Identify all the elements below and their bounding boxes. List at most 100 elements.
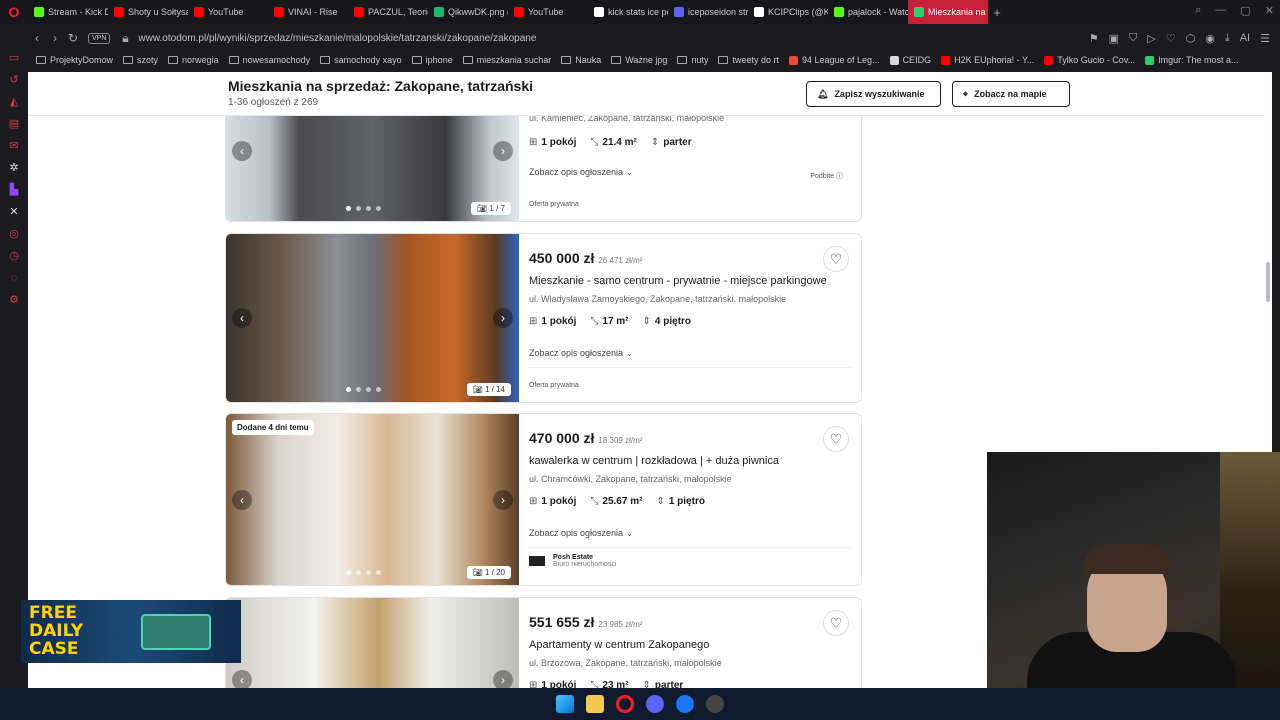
- listing-title[interactable]: Mieszkanie - samo centrum - prywatnie - …: [529, 275, 827, 287]
- opera-logo-icon[interactable]: O: [0, 0, 28, 24]
- favorite-heart-icon[interactable]: ♡: [823, 246, 849, 272]
- browser-tab[interactable]: Stream - Kick De: [28, 0, 108, 24]
- promoted-label[interactable]: Podbite ⓘ: [810, 171, 843, 181]
- browser-tab[interactable]: kick stats ice po: [588, 0, 668, 24]
- aria-icon[interactable]: ◭: [8, 96, 20, 108]
- history-icon[interactable]: ↺: [8, 74, 20, 86]
- menu-icon[interactable]: ☰: [1260, 32, 1270, 45]
- show-description-link[interactable]: Zobacz opis ogłoszenia ⌄: [529, 348, 633, 359]
- twitch-icon[interactable]: ▙: [8, 184, 20, 196]
- new-tab-button[interactable]: +: [988, 5, 1006, 20]
- snapshot-icon[interactable]: ▣: [1109, 32, 1119, 45]
- next-photo-icon[interactable]: ›: [493, 670, 513, 688]
- heart-icon[interactable]: ♡: [1166, 32, 1176, 45]
- windows-start-icon[interactable]: [556, 695, 574, 713]
- reload-icon[interactable]: ↻: [64, 31, 82, 45]
- browser-tab[interactable]: Shoty u Sołtysa: [108, 0, 188, 24]
- messenger-icon[interactable]: ▤: [8, 118, 20, 130]
- bookmark-item[interactable]: Ważne jpg: [611, 55, 667, 65]
- download-icon[interactable]: ⤓: [1225, 32, 1230, 45]
- bookmark-item[interactable]: CEIDG: [889, 55, 931, 65]
- bed-icon: ⊞: [529, 137, 538, 148]
- mail-icon[interactable]: ✉: [8, 140, 20, 152]
- prev-photo-icon[interactable]: ‹: [232, 308, 252, 328]
- bookmark-item[interactable]: iphone: [411, 55, 453, 65]
- listing-title[interactable]: Apartamenty w centrum Zakopanego: [529, 639, 709, 651]
- bookmark-item[interactable]: H2K EUphoria! - Y...: [941, 55, 1034, 65]
- save-search-button[interactable]: 🔔︎ Zapisz wyszukiwanie: [806, 81, 941, 107]
- x-icon[interactable]: ✕: [8, 206, 20, 218]
- show-description-link[interactable]: Zobacz opis ogłoszenia ⌄: [529, 528, 633, 539]
- next-photo-icon[interactable]: ›: [493, 308, 513, 328]
- favorite-heart-icon[interactable]: ♡: [823, 426, 849, 452]
- listing-photo[interactable]: Dodane 4 dni temu ‹ › 📷︎ 1 / 20: [226, 414, 519, 585]
- bookmark-item[interactable]: Tylko Gucio - Cov...: [1044, 55, 1135, 65]
- listing-title[interactable]: kawalerka w centrum | rozkładowa | + duż…: [529, 455, 779, 467]
- bookmark-item[interactable]: norwegia: [168, 55, 219, 65]
- browser-tab[interactable]: VINAI - Rise: [268, 0, 348, 24]
- show-description-link[interactable]: Zobacz opis ogłoszenia ⌄: [529, 167, 633, 178]
- tab-favicon-icon: [434, 7, 444, 17]
- show-map-button[interactable]: ⌖ Zobacz na mapie: [952, 81, 1070, 107]
- scrollbar-thumb[interactable]: [1266, 262, 1270, 302]
- minimize-icon[interactable]: —: [1215, 4, 1226, 17]
- wallet-icon[interactable]: ▭: [8, 52, 20, 64]
- facebook-messenger-icon[interactable]: [676, 695, 694, 713]
- bookmark-item[interactable]: 94 League of Leg...: [788, 55, 880, 65]
- file-explorer-icon[interactable]: [586, 695, 604, 713]
- listing-photo[interactable]: ‹ ›: [226, 598, 519, 688]
- bulb-icon[interactable]: ◌: [8, 272, 20, 284]
- prev-photo-icon[interactable]: ‹: [232, 141, 252, 161]
- browser-tab[interactable]: KCIPClips (@KC: [748, 0, 828, 24]
- url-field[interactable]: www.otodom.pl/pl/wyniki/sprzedaz/mieszka…: [138, 33, 1088, 44]
- chatgpt-icon[interactable]: ✲: [8, 162, 20, 174]
- settings-icon[interactable]: ⚙: [8, 294, 20, 306]
- bookmark-icon[interactable]: ⚑: [1089, 32, 1099, 45]
- ai-button[interactable]: AI: [1240, 32, 1250, 45]
- prev-photo-icon[interactable]: ‹: [232, 489, 252, 510]
- listing-card[interactable]: ‹ › 📷︎ 1 / 14 450 000 zł 26 471 zł/m² ♡ M…: [225, 233, 862, 403]
- listing-card[interactable]: Dodane 4 dni temu ‹ › 📷︎ 1 / 20 470 000 …: [225, 413, 862, 586]
- search-icon[interactable]: ⌕: [1195, 4, 1201, 17]
- browser-tab[interactable]: Mieszkania na sprzedaż: Z: [908, 0, 988, 24]
- vpn-badge[interactable]: VPN: [88, 32, 111, 44]
- lock-icon[interactable]: 🔒︎: [116, 31, 134, 46]
- shield-icon[interactable]: ⛉: [1129, 32, 1137, 45]
- next-photo-icon[interactable]: ›: [493, 489, 513, 510]
- browser-tab[interactable]: pajalock - Watc: [828, 0, 908, 24]
- player-icon[interactable]: ◎: [8, 228, 20, 240]
- bookmark-item[interactable]: nuty: [677, 55, 708, 65]
- browser-tab[interactable]: iceposeidon stre: [668, 0, 748, 24]
- bookmark-item[interactable]: szoty: [123, 55, 158, 65]
- discord-icon[interactable]: [646, 695, 664, 713]
- bookmark-item[interactable]: tweety do rt: [718, 55, 779, 65]
- bookmark-item[interactable]: Nauka: [561, 55, 601, 65]
- bookmark-item[interactable]: Imgur: The most a...: [1145, 55, 1239, 65]
- play-icon[interactable]: ▷: [1147, 32, 1155, 45]
- browser-tab[interactable]: YouTube: [508, 0, 588, 24]
- opera-icon[interactable]: [616, 695, 634, 713]
- account-icon[interactable]: ◉: [1205, 32, 1215, 45]
- listing-card[interactable]: ‹ › 551 655 zł 23 985 zł/m² ♡ Apartamenty…: [225, 597, 862, 688]
- listing-photo[interactable]: ‹ › 📷︎ 1 / 14: [226, 234, 519, 402]
- bell-icon: 🔔︎: [817, 88, 829, 99]
- maximize-icon[interactable]: ▢: [1240, 4, 1250, 17]
- back-icon[interactable]: ‹: [28, 31, 46, 45]
- browser-tab[interactable]: PACZUL, Teorie: [348, 0, 428, 24]
- favorite-heart-icon[interactable]: ♡: [823, 610, 849, 636]
- extensions-icon[interactable]: ⬡: [1186, 32, 1196, 45]
- browser-tab[interactable]: YouTube: [188, 0, 268, 24]
- agency-info[interactable]: Posh Estate Biuro nieruchomości: [529, 554, 616, 568]
- close-icon[interactable]: ✕: [1265, 4, 1274, 17]
- bookmark-item[interactable]: ProjektyDomow: [36, 55, 113, 65]
- bookmark-item[interactable]: mieszkania suchar: [462, 55, 551, 65]
- browser-tab[interactable]: QikwwDK.png (: [428, 0, 508, 24]
- next-photo-icon[interactable]: ›: [493, 141, 513, 161]
- prev-photo-icon[interactable]: ‹: [232, 670, 252, 688]
- bookmark-item[interactable]: samochody xayo: [320, 55, 402, 65]
- forward-icon[interactable]: ›: [46, 31, 64, 45]
- obs-icon[interactable]: [706, 695, 724, 713]
- area-icon: ⤡: [590, 680, 599, 688]
- bookmark-item[interactable]: nowesamochody: [228, 55, 310, 65]
- clock-icon[interactable]: ◷: [8, 250, 20, 262]
